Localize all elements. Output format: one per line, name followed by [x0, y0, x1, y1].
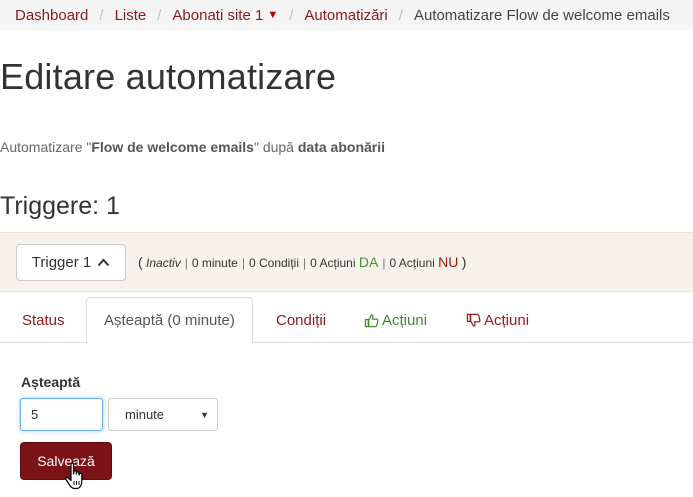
- subtitle-mid: " după: [253, 139, 298, 155]
- trigger-button-label: Trigger 1: [31, 253, 92, 271]
- tab-conditions[interactable]: Condiții: [276, 297, 326, 343]
- tab-status[interactable]: Status: [22, 297, 65, 343]
- trigger-actions-yes: 0 Acțiuni: [310, 256, 356, 270]
- wait-label: Așteaptă: [21, 374, 81, 390]
- breadcrumb-separator: /: [398, 6, 403, 24]
- trigger-conditions: 0 Condiții: [248, 256, 300, 270]
- wait-unit-select[interactable]: minute ▼: [108, 398, 218, 431]
- automation-name: Flow de welcome emails: [91, 139, 254, 155]
- hand-pointer-cursor-icon: [65, 462, 83, 490]
- tab-actions-yes-label: Acțiuni: [382, 311, 428, 329]
- tab-wait[interactable]: Așteaptă (0 minute): [86, 297, 253, 344]
- breadcrumb-list-dropdown[interactable]: Abonati site 1 ▼: [172, 7, 278, 24]
- chevron-up-icon: [97, 258, 110, 266]
- trigger-toggle-button[interactable]: Trigger 1: [16, 243, 126, 281]
- thumbs-up-icon: [364, 313, 379, 327]
- subtitle-prefix: Automatizare ": [0, 139, 92, 155]
- breadcrumb-current: Automatizare Flow de welcome emails: [413, 6, 670, 24]
- trigger-summary: ( Inactiv | 0 minute | 0 Condiții | 0 Acțiuni …: [138, 254, 467, 270]
- breadcrumb-list-label: Abonati site 1: [172, 6, 264, 24]
- trigger-actions-no: 0 Acțiuni: [389, 256, 435, 270]
- trigger-wait: 0 minute: [191, 256, 238, 270]
- tab-actions-no-label: Acțiuni: [484, 311, 530, 329]
- page-title: Editare automatizare: [0, 56, 337, 97]
- trigger-tabs: Status Așteaptă (0 minute) Condiții Acți…: [0, 297, 693, 344]
- breadcrumb-separator: /: [157, 6, 162, 24]
- thumbs-down-icon: [466, 313, 481, 327]
- dropdown-arrow-icon: ▼: [200, 410, 209, 420]
- trigger-bar: Trigger 1 ( Inactiv | 0 minute | 0 Condiții |…: [0, 232, 693, 292]
- breadcrumb: Dashboard / Liste / Abonati site 1 ▼ / Au…: [0, 0, 693, 30]
- yes-label: DA: [358, 254, 379, 270]
- breadcrumb-lists[interactable]: Liste: [115, 7, 147, 24]
- tab-actions-yes[interactable]: Acțiuni: [364, 297, 427, 343]
- triggers-title: Triggere: 1: [0, 192, 120, 220]
- caret-down-icon: ▼: [267, 8, 279, 21]
- breadcrumb-automations[interactable]: Automatizări: [304, 7, 387, 24]
- automation-basis: data abonării: [297, 139, 386, 155]
- page-subtitle: Automatizare "Flow de welcome emails" du…: [0, 139, 385, 155]
- trigger-status: Inactiv: [146, 256, 181, 270]
- tab-actions-no[interactable]: Acțiuni: [466, 297, 529, 343]
- breadcrumb-separator: /: [99, 6, 104, 24]
- wait-value-input[interactable]: [20, 398, 103, 431]
- breadcrumb-separator: /: [289, 6, 294, 24]
- wait-unit-value: minute: [125, 407, 165, 422]
- no-label: NU: [438, 254, 459, 270]
- breadcrumb-dashboard[interactable]: Dashboard: [15, 7, 88, 24]
